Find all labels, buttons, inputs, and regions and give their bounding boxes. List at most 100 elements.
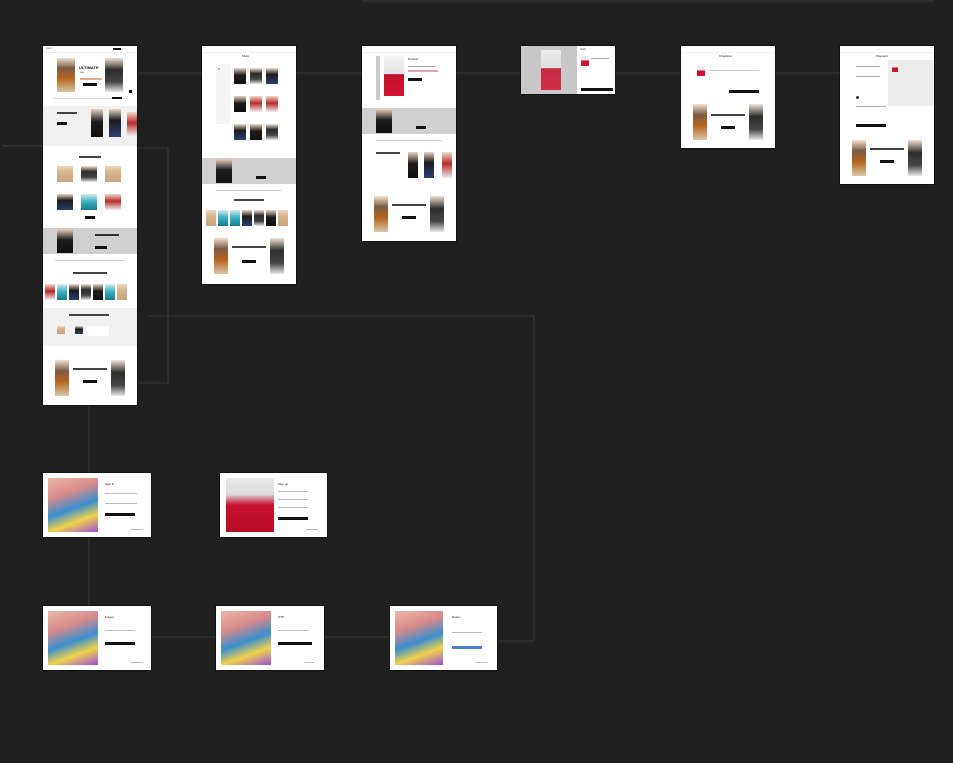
checkout-proceed-btn[interactable] (729, 90, 759, 93)
reset-password-input[interactable] (452, 632, 482, 633)
product-thumbs[interactable] (376, 56, 380, 100)
otp-title: OTP (278, 615, 285, 619)
shop-item-7[interactable] (234, 124, 246, 140)
product-banner-btn[interactable] (416, 126, 426, 129)
product-add-to-cart[interactable] (408, 78, 422, 81)
shop-insta-title (234, 199, 264, 201)
home-product-5[interactable] (81, 194, 97, 210)
forgot-submit-btn[interactable] (105, 642, 135, 645)
signup-email-input[interactable] (278, 499, 308, 500)
home-product-2[interactable] (81, 166, 97, 182)
forgot-email-input[interactable] (105, 630, 135, 631)
signup-submit-btn[interactable] (278, 517, 308, 520)
product-related-3[interactable] (442, 152, 452, 178)
checkout-title: Checkout (719, 54, 732, 58)
product-desc (408, 66, 436, 67)
signup-name-input[interactable] (278, 491, 308, 492)
payment-summary-thumb (892, 64, 898, 72)
forgot-footer-link[interactable] (131, 662, 143, 663)
cart-checkout-btn[interactable] (581, 88, 613, 91)
product-size-options[interactable] (408, 70, 438, 72)
product-newsletter-btn[interactable] (402, 216, 416, 219)
signin-email-input[interactable] (105, 493, 137, 494)
home-newsletter-title (73, 368, 107, 370)
product-footer-person-1 (374, 196, 388, 232)
frame-product[interactable]: Product (362, 46, 456, 241)
home-insta-title (73, 272, 107, 274)
frame-payment[interactable]: Payment (840, 46, 934, 184)
frame-cart[interactable]: Cart (521, 46, 615, 94)
frame-forgot[interactable]: Forgot (43, 606, 151, 670)
shop-item-4[interactable] (234, 96, 246, 112)
home-sub-headline: Sale (80, 72, 85, 74)
home-banner-btn[interactable] (95, 246, 107, 249)
forgot-image (48, 611, 98, 665)
home-coll-img-3 (127, 112, 137, 136)
home-testimonial-avatar-1 (57, 326, 65, 334)
cart-backdrop-image (541, 50, 561, 90)
home-insta-6 (105, 284, 115, 300)
home-collection-btn[interactable] (57, 122, 67, 125)
home-product-1[interactable] (57, 166, 73, 182)
signin-password-input[interactable] (105, 503, 137, 504)
home-arrow[interactable] (129, 90, 132, 93)
signup-title: Sign up (278, 482, 289, 486)
payment-field-2[interactable] (856, 76, 880, 77)
product-related-2[interactable] (424, 152, 434, 178)
checkout-newsletter-btn[interactable] (721, 126, 735, 129)
signin-title: Sign in (105, 482, 115, 486)
home-product-4[interactable] (57, 194, 73, 210)
payment-newsletter-btn[interactable] (880, 160, 894, 163)
otp-verify-btn[interactable] (278, 642, 312, 645)
home-products-title (79, 156, 101, 158)
home-testimonial-card (87, 326, 109, 336)
reset-footer-link[interactable] (476, 662, 488, 663)
shop-banner-btn[interactable] (256, 176, 266, 179)
shop-item-5[interactable] (250, 96, 262, 112)
frame-signup[interactable]: Sign up (220, 473, 327, 537)
frame-shop[interactable]: Shop (202, 46, 296, 284)
payment-pay-btn[interactable] (856, 124, 886, 127)
forgot-title: Forgot (105, 615, 114, 619)
home-insta-4 (81, 284, 91, 300)
payment-radio[interactable] (856, 96, 859, 99)
product-related-1[interactable] (408, 152, 418, 178)
otp-footer-link[interactable] (304, 662, 314, 663)
shop-item-3[interactable] (266, 68, 278, 84)
shop-item-6[interactable] (266, 96, 278, 112)
otp-code-input[interactable] (278, 630, 308, 631)
signup-footer-link[interactable] (306, 529, 318, 530)
frame-home[interactable]: LOGO ULTIMATE Sale (43, 46, 137, 405)
payment-field-1[interactable] (856, 66, 880, 67)
home-newsletter-btn[interactable] (83, 380, 97, 383)
shop-filter-dot[interactable] (218, 68, 220, 70)
shop-item-2[interactable] (250, 68, 262, 84)
reset-submit-btn[interactable] (452, 646, 482, 649)
home-product-3[interactable] (105, 166, 121, 182)
frame-otp[interactable]: OTP (216, 606, 324, 670)
shop-item-9[interactable] (266, 124, 278, 140)
home-coll-img-1 (91, 109, 103, 137)
signin-footer-link[interactable] (131, 529, 143, 530)
frame-signin[interactable]: Sign in (43, 473, 151, 537)
shop-item-8[interactable] (250, 124, 262, 140)
home-nav-cta[interactable] (113, 48, 121, 50)
shop-newsletter-btn[interactable] (242, 260, 256, 263)
cart-item-detail (591, 58, 609, 59)
home-product-6[interactable] (105, 194, 121, 210)
shop-filters[interactable] (216, 64, 230, 124)
signup-password-input[interactable] (278, 507, 308, 508)
home-cat-btn[interactable] (112, 97, 122, 99)
home-view-all-btn[interactable] (85, 216, 95, 219)
payment-footer-person-2 (908, 140, 922, 176)
frame-checkout[interactable]: Checkout (681, 46, 775, 148)
home-hero-button[interactable] (83, 83, 97, 86)
payment-title: Payment (876, 54, 888, 58)
home-logo[interactable]: LOGO (46, 48, 52, 51)
design-canvas[interactable]: LOGO ULTIMATE Sale Shop Product Cart Che… (0, 0, 953, 763)
signin-submit-btn[interactable] (105, 513, 135, 516)
shop-item-1[interactable] (234, 68, 246, 84)
payment-field-3[interactable] (856, 106, 886, 107)
product-features-row (376, 140, 442, 141)
frame-reset[interactable]: Reset (390, 606, 497, 670)
